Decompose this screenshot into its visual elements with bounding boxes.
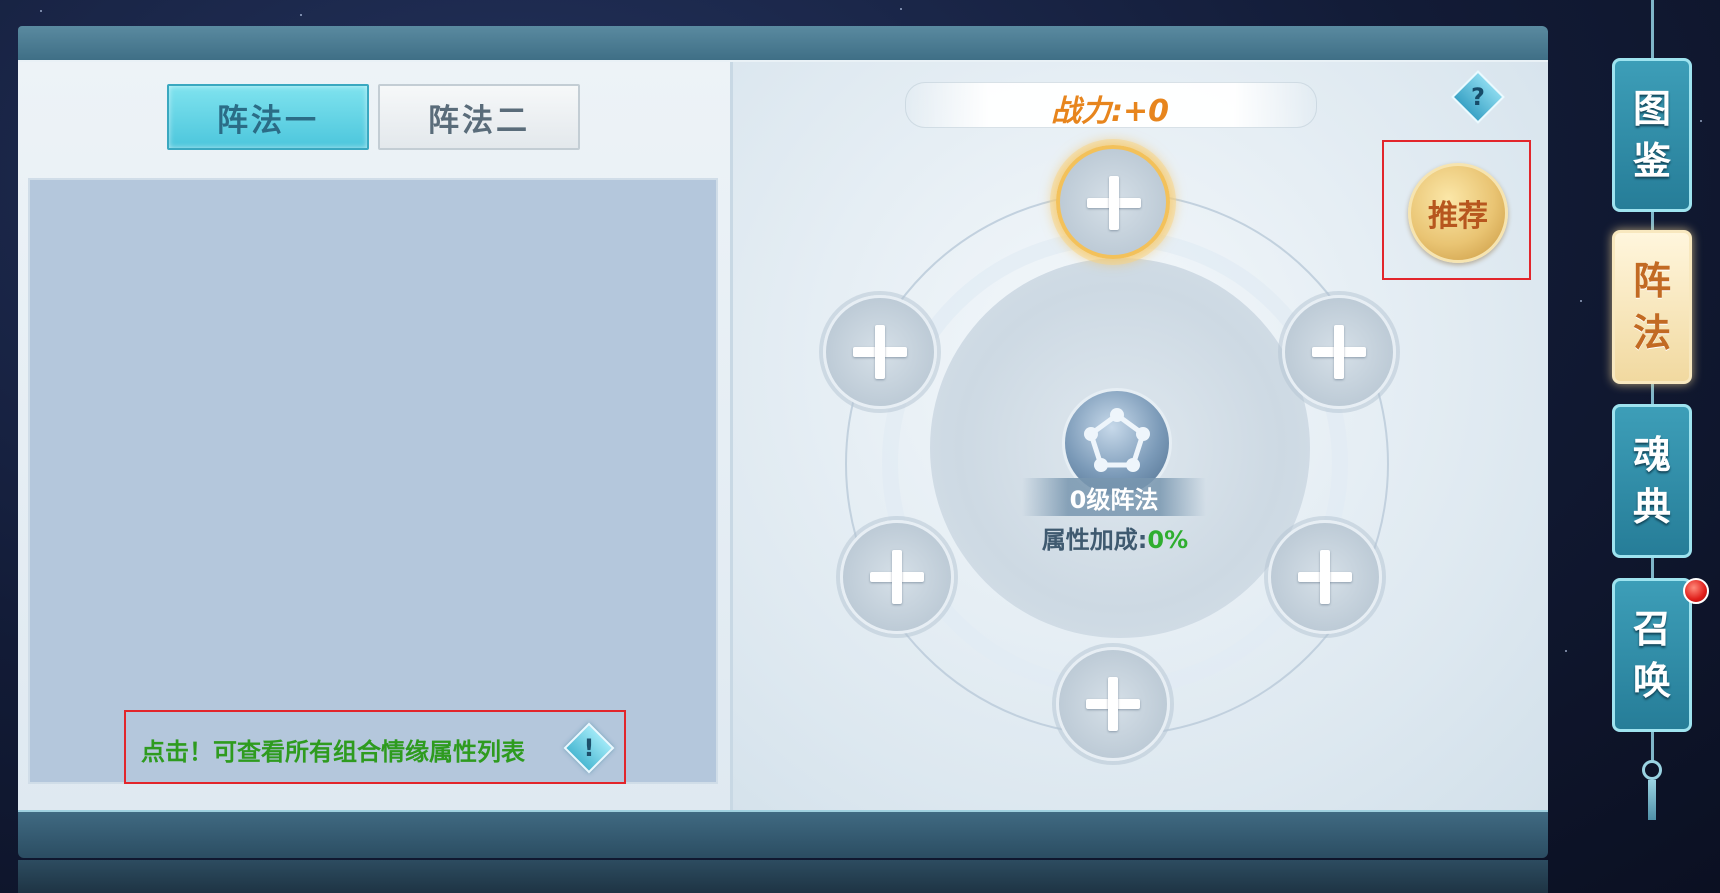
question-icon: ?	[1471, 83, 1485, 111]
plus-icon	[1334, 325, 1344, 379]
tab-formation-one[interactable]: 阵法一	[167, 84, 369, 150]
plus-icon	[892, 550, 902, 604]
recommend-button[interactable]: 推荐	[1408, 163, 1508, 263]
panel-frame-bottom	[18, 810, 1548, 858]
nav-rope	[1651, 558, 1654, 578]
side-tab-label: 魂	[1632, 432, 1671, 477]
side-tab-soul-codex[interactable]: 魂 典	[1612, 404, 1692, 558]
star	[300, 14, 302, 16]
plus-icon	[875, 325, 885, 379]
star	[1700, 120, 1702, 122]
pendant-ring-icon	[1642, 760, 1662, 780]
side-tab-label: 典	[1632, 484, 1671, 529]
formation-slot-bottom[interactable]	[1056, 647, 1170, 761]
side-tab-label: 阵	[1632, 258, 1671, 303]
notification-badge	[1683, 578, 1709, 604]
combat-power-label: 战力:+0	[1050, 94, 1169, 129]
star	[900, 8, 902, 10]
pendant-tassel	[1648, 780, 1656, 820]
combination-list-area	[28, 178, 718, 784]
formation-slot-upper-right[interactable]	[1282, 295, 1396, 409]
star	[1580, 300, 1582, 302]
side-tab-summon[interactable]: 召 唤	[1612, 578, 1692, 732]
nav-rope	[1651, 210, 1654, 230]
exclamation-glyph: !	[583, 734, 595, 762]
side-tab-label: 召	[1632, 606, 1671, 651]
plus-icon	[1108, 677, 1118, 731]
formation-slot-top[interactable]	[1056, 145, 1170, 259]
panel-frame-top	[18, 26, 1548, 62]
formation-slot-lower-right[interactable]	[1268, 520, 1382, 634]
attribute-bonus-label: 属性加成:	[1041, 526, 1148, 554]
star	[1565, 650, 1567, 652]
side-tab-label: 鉴	[1632, 138, 1671, 183]
star	[40, 10, 42, 12]
attribute-bonus-value: 0%	[1147, 526, 1189, 554]
nav-rope	[1651, 384, 1654, 404]
plus-icon	[1320, 550, 1330, 604]
tab-formation-two[interactable]: 阵法二	[378, 84, 580, 150]
side-tab-label: 法	[1632, 310, 1671, 355]
attribute-bonus: 属性加成:0%	[1000, 520, 1230, 555]
formation-level-label: 0级阵法	[1022, 478, 1206, 516]
side-tab-label: 唤	[1632, 658, 1671, 703]
side-tab-label: 图	[1632, 86, 1671, 131]
combination-hint-link[interactable]: 点击！可查看所有组合情缘属性列表	[141, 732, 525, 767]
plus-icon	[1109, 176, 1119, 230]
formation-slot-upper-left[interactable]	[823, 295, 937, 409]
nav-rope	[1651, 732, 1654, 762]
formation-slot-lower-left[interactable]	[840, 520, 954, 634]
side-tab-handbook[interactable]: 图 鉴	[1612, 58, 1692, 212]
side-tab-formation[interactable]: 阵 法	[1612, 230, 1692, 384]
panel-frame-bottom-edge	[18, 860, 1548, 893]
nav-rope	[1651, 0, 1654, 60]
